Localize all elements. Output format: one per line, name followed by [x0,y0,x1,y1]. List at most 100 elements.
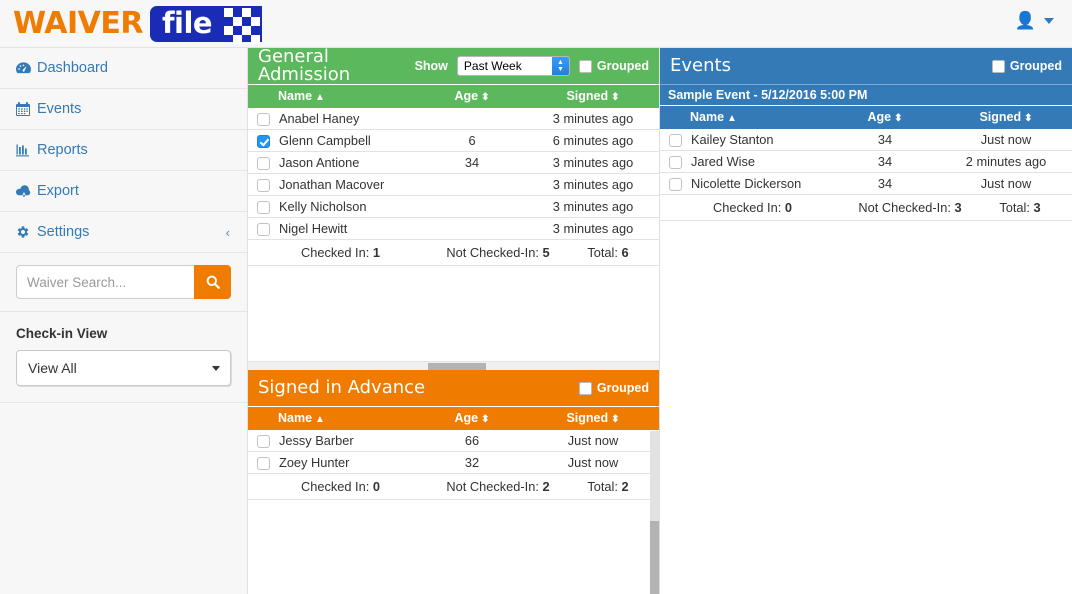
table-row[interactable]: Jason Antione 34 3 minutes ago [248,152,659,174]
row-checkbox-cell[interactable] [248,108,278,130]
column-header-age[interactable]: Age⬍ [830,106,940,129]
show-range-select[interactable]: Past Week ▲▼ [457,56,570,76]
row-signed-cell: 3 minutes ago [527,152,659,174]
row-checkbox[interactable] [257,135,270,148]
table-row[interactable]: Kailey Stanton 34 Just now [660,129,1072,151]
row-checkbox[interactable] [257,457,270,470]
scrollbar-thumb[interactable] [650,521,659,594]
row-signed-cell: 3 minutes ago [527,108,659,130]
footer-label: Not Checked-In: [858,200,950,215]
row-checkbox-cell[interactable] [660,129,690,151]
row-signed-cell: 3 minutes ago [527,218,659,240]
column-label: Name [278,89,312,103]
main-content: General Admission Show Past Week ▲▼ Grou… [248,48,1072,594]
column-header-name[interactable]: Name▲ [278,85,417,108]
sort-both-icon: ⬍ [894,113,902,124]
grouped-checkbox[interactable] [579,60,592,73]
table-row[interactable]: Nigel Hewitt 3 minutes ago [248,218,659,240]
logo-file-badge: file [150,6,262,42]
row-checkbox[interactable] [669,178,682,191]
table-header-row: Name▲ Age⬍ Signed⬍ [660,106,1072,129]
row-name-cell[interactable]: Kailey Stanton [690,129,830,151]
row-checkbox-cell[interactable] [248,152,278,174]
row-name-cell[interactable]: Jonathan Macover [278,174,417,196]
sort-both-icon: ⬍ [611,92,619,103]
event-name-bar[interactable]: Sample Event - 5/12/2016 5:00 PM [660,84,1072,105]
gear-icon [16,225,37,239]
row-checkbox[interactable] [257,435,270,448]
row-name-cell[interactable]: Anabel Haney [278,108,417,130]
footer-value: 0 [785,200,792,215]
stepper-icon: ▲▼ [552,57,569,75]
row-name-cell[interactable]: Jared Wise [690,151,830,173]
general-admission-grouped-toggle[interactable]: Grouped [579,59,649,73]
signed-in-advance-grouped-toggle[interactable]: Grouped [579,381,649,395]
row-name-cell[interactable]: Nigel Hewitt [278,218,417,240]
row-checkbox-cell[interactable] [248,452,278,474]
scrollbar-thumb[interactable] [428,363,486,370]
column-header-age[interactable]: Age⬍ [417,407,527,430]
footer-checked-in: Checked In: 0 [660,200,845,215]
row-checkbox-cell[interactable] [248,430,278,452]
row-name-cell[interactable]: Nicolette Dickerson [690,173,830,195]
column-header-age[interactable]: Age⬍ [417,85,527,108]
row-name-cell[interactable]: Glenn Campbell [278,130,417,152]
events-grouped-toggle[interactable]: Grouped [992,59,1062,73]
row-checkbox[interactable] [669,156,682,169]
search-input[interactable] [16,265,194,299]
cloud-download-icon [16,185,37,198]
sidebar-item-dashboard[interactable]: Dashboard [0,48,247,89]
row-checkbox-cell[interactable] [248,218,278,240]
grouped-checkbox[interactable] [579,382,592,395]
row-checkbox[interactable] [257,179,270,192]
column-header-signed[interactable]: Signed⬍ [940,106,1072,129]
row-checkbox-cell[interactable] [660,173,690,195]
checkin-view-select[interactable]: View All [16,350,231,386]
row-checkbox[interactable] [257,223,270,236]
column-label: Age [867,110,891,124]
sidebar-item-label: Events [37,102,81,117]
row-age-cell: 34 [830,151,940,173]
row-name-cell[interactable]: Zoey Hunter [278,452,417,474]
row-name-cell[interactable]: Kelly Nicholson [278,196,417,218]
signed-in-advance-header: Signed in Advance Grouped [248,370,659,406]
row-checkbox[interactable] [257,113,270,126]
sidebar-item-events[interactable]: Events [0,89,247,130]
row-name-cell[interactable]: Jessy Barber [278,430,417,452]
horizontal-scrollbar[interactable] [248,361,659,370]
row-age-cell: 6 [417,130,527,152]
sidebar-item-settings[interactable]: Settings ‹ [0,212,247,253]
footer-label: Not Checked-In: [446,479,538,494]
dashboard-icon [16,61,37,75]
grouped-checkbox[interactable] [992,60,1005,73]
row-checkbox-cell[interactable] [248,196,278,218]
chevron-left-icon[interactable]: ‹ [226,225,230,240]
row-checkbox[interactable] [669,134,682,147]
table-row[interactable]: Anabel Haney 3 minutes ago [248,108,659,130]
row-checkbox-cell[interactable] [248,130,278,152]
column-header-name[interactable]: Name▲ [690,106,830,129]
table-row[interactable]: Jonathan Macover 3 minutes ago [248,174,659,196]
user-menu[interactable]: 👤 [1015,12,1054,29]
column-header-name[interactable]: Name▲ [278,407,417,430]
column-header-signed[interactable]: Signed⬍ [527,407,659,430]
row-checkbox[interactable] [257,157,270,170]
column-header-signed[interactable]: Signed⬍ [527,85,659,108]
sidebar-item-reports[interactable]: Reports [0,130,247,171]
table-row[interactable]: Nicolette Dickerson 34 Just now [660,173,1072,195]
table-row[interactable]: Kelly Nicholson 3 minutes ago [248,196,659,218]
app-logo[interactable]: WAIVER file [0,0,262,48]
table-row[interactable]: Jared Wise 34 2 minutes ago [660,151,1072,173]
table-row[interactable]: Zoey Hunter 32 Just now [248,452,659,474]
sidebar-item-export[interactable]: Export [0,171,247,212]
search-button[interactable] [194,265,231,299]
sidebar-item-label: Dashboard [37,61,108,76]
vertical-scrollbar[interactable] [650,431,659,594]
row-checkbox[interactable] [257,201,270,214]
row-checkbox-cell[interactable] [248,174,278,196]
row-name-cell[interactable]: Jason Antione [278,152,417,174]
table-row[interactable]: Jessy Barber 66 Just now [248,430,659,452]
general-admission-table: Name▲ Age⬍ Signed⬍ [248,84,659,240]
row-checkbox-cell[interactable] [660,151,690,173]
table-row[interactable]: Glenn Campbell 6 6 minutes ago [248,130,659,152]
